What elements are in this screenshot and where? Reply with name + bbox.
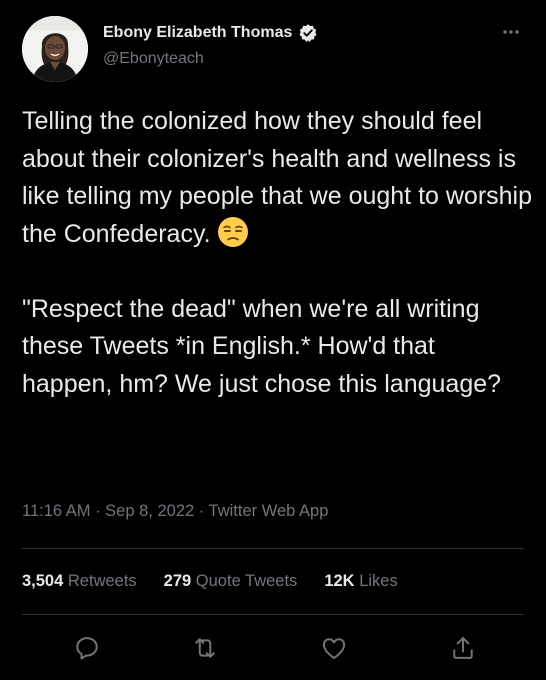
likes-label: Likes bbox=[359, 572, 398, 590]
retweets-label: Retweets bbox=[67, 572, 137, 590]
meta-separator: · bbox=[90, 502, 106, 520]
handle[interactable]: @Ebonyteach bbox=[103, 50, 204, 68]
meta-separator: · bbox=[194, 502, 209, 520]
tweet-paragraph-text: Telling the colonized how they should fe… bbox=[22, 107, 533, 248]
quote-tweets-stat[interactable]: 279 Quote Tweets bbox=[164, 572, 298, 591]
tweet-paragraph-text: "Respect the dead" when we're all writin… bbox=[22, 294, 502, 398]
unamused-face-icon bbox=[217, 216, 249, 248]
retweets-count: 3,504 bbox=[22, 572, 64, 590]
share-icon[interactable] bbox=[449, 634, 477, 662]
divider bbox=[22, 548, 524, 549]
quote-tweets-count: 279 bbox=[163, 572, 192, 590]
like-icon[interactable] bbox=[320, 634, 348, 662]
name-row: Ebony Elizabeth Thomas bbox=[103, 22, 318, 44]
verified-badge-icon bbox=[298, 23, 318, 43]
likes-stat[interactable]: 12K Likes bbox=[324, 572, 397, 591]
reply-icon[interactable] bbox=[73, 634, 101, 662]
tweet: Ebony Elizabeth Thomas @Ebonyteach Telli… bbox=[0, 0, 546, 680]
tweet-meta: 11:16 AM · Sep 8, 2022 · Twitter Web App bbox=[22, 502, 328, 521]
avatar[interactable] bbox=[22, 16, 88, 82]
tweet-text: Telling the colonized how they should fe… bbox=[22, 103, 532, 403]
tweet-paragraph: Telling the colonized how they should fe… bbox=[22, 103, 532, 253]
avatar-image bbox=[22, 16, 88, 82]
divider bbox=[22, 614, 524, 615]
tweet-stats: 3,504 Retweets 279 Quote Tweets 12K Like… bbox=[22, 572, 398, 591]
likes-count: 12K bbox=[324, 572, 355, 590]
action-bar bbox=[0, 634, 546, 668]
tweet-paragraph: "Respect the dead" when we're all writin… bbox=[22, 291, 532, 404]
retweet-icon[interactable] bbox=[191, 634, 219, 662]
more-icon[interactable] bbox=[500, 24, 522, 40]
retweets-stat[interactable]: 3,504 Retweets bbox=[22, 572, 137, 591]
quote-tweets-label: Quote Tweets bbox=[195, 572, 298, 590]
tweet-source[interactable]: Twitter Web App bbox=[209, 502, 329, 520]
tweet-time[interactable]: 11:16 AM bbox=[22, 502, 91, 520]
tweet-date[interactable]: Sep 8, 2022 bbox=[105, 502, 194, 520]
display-name[interactable]: Ebony Elizabeth Thomas bbox=[103, 24, 292, 42]
